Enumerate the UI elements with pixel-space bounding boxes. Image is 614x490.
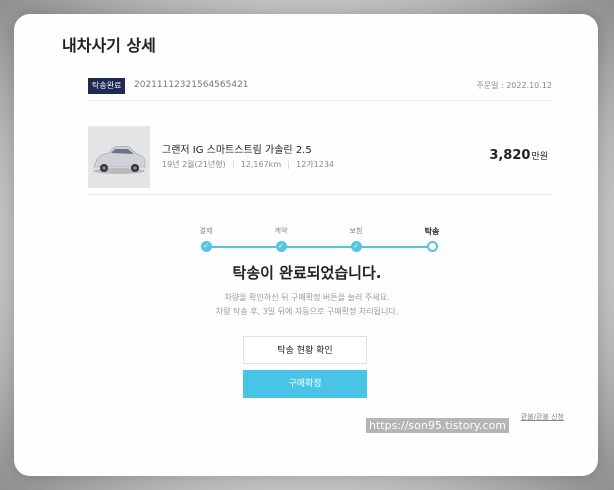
car-plate: 12가1234 bbox=[296, 160, 335, 169]
car-year: 19년 2월(21년형) bbox=[162, 160, 226, 169]
watermark: https://son95.tistory.com bbox=[366, 418, 509, 433]
order-number: 20211112321564565421 bbox=[134, 80, 249, 90]
step-label: 결제 bbox=[199, 227, 213, 235]
progress-steps: 결제 ✓ 계약 ✓ 보험 ✓ 탁송 bbox=[194, 226, 439, 266]
status-badge: 탁송완료 bbox=[88, 78, 126, 94]
separator bbox=[232, 160, 234, 169]
check-icon: ✓ bbox=[275, 241, 287, 252]
step-payment: 결제 ✓ bbox=[194, 226, 218, 252]
car-name: 그랜저 IG 스마트스트림 가솔린 2.5 bbox=[162, 145, 312, 156]
car-image[interactable] bbox=[88, 126, 150, 188]
step-contract: 계약 ✓ bbox=[269, 226, 293, 252]
car-price: 3,820만원 bbox=[489, 148, 548, 163]
check-icon: ✓ bbox=[200, 241, 212, 252]
confirm-purchase-button[interactable]: 구매확정 bbox=[243, 370, 367, 398]
progress-line bbox=[206, 246, 432, 248]
step-label: 보험 bbox=[349, 227, 363, 235]
separator bbox=[288, 160, 290, 169]
step-delivery: 탁송 bbox=[420, 226, 444, 252]
price-unit: 만원 bbox=[531, 152, 548, 162]
divider bbox=[88, 194, 552, 195]
price-value: 3,820 bbox=[489, 148, 531, 163]
current-step-icon bbox=[426, 241, 438, 252]
page-title: 내차사기 상세 bbox=[62, 36, 156, 55]
car-icon bbox=[89, 127, 149, 187]
order-info-row: 탁송완료 20211112321564565421 주문일 : 2022.10.… bbox=[88, 78, 552, 94]
instruction-line-1: 차량을 확인하신 뒤 구매확정 버튼을 눌러 주세요. bbox=[224, 293, 390, 302]
step-insurance: 보험 ✓ bbox=[344, 226, 368, 252]
order-date: 주문일 : 2022.10.12 bbox=[476, 81, 552, 90]
check-icon: ✓ bbox=[350, 241, 362, 252]
divider bbox=[88, 100, 552, 101]
refund-link[interactable]: 환불/환불 신청 bbox=[521, 412, 564, 422]
delivery-status-button[interactable]: 탁송 현황 확인 bbox=[243, 336, 367, 364]
step-label: 탁송 bbox=[424, 227, 440, 236]
completion-headline: 탁송이 완료되었습니다. bbox=[232, 264, 382, 282]
order-detail-card: 내차사기 상세 탁송완료 20211112321564565421 주문일 : … bbox=[14, 14, 598, 476]
car-mileage: 12,167km bbox=[240, 160, 282, 169]
instruction-line-2: 차량 탁송 후, 3일 뒤에 자동으로 구매확정 처리됩니다. bbox=[215, 307, 399, 316]
step-label: 계약 bbox=[274, 227, 288, 235]
car-specs: 19년 2월(21년형) 12,167km 12가1234 bbox=[162, 159, 334, 170]
